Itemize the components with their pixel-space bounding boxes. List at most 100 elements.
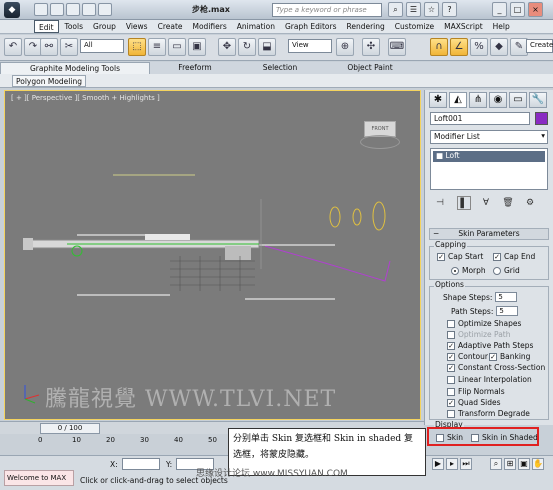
select-by-name-icon[interactable]: ≡ [148,38,166,56]
adaptive-path-steps-checkbox[interactable]: ✓ Adaptive Path Steps [447,341,533,350]
zoom-icon[interactable]: ⌕ [490,458,502,470]
play-icon[interactable]: ▶ [432,458,444,470]
show-end-result-icon[interactable]: ▌ [457,196,471,210]
maximize-icon[interactable]: □ [510,2,525,17]
rotate-icon[interactable]: ↻ [238,38,256,56]
select-object-icon[interactable]: ⬚ [128,38,146,56]
tab-graphite-modeling[interactable]: Graphite Modeling Tools [0,62,150,74]
tab-object-paint[interactable]: Object Paint [320,62,420,74]
pan-icon[interactable]: ✋ [532,458,544,470]
snaps-toggle-icon[interactable]: ∩ [430,38,448,56]
undo-icon[interactable]: ↶ [4,38,22,56]
percent-snap-icon[interactable]: % [470,38,488,56]
last-frame-icon[interactable]: ⏭ [460,458,472,470]
modify-panel-icon[interactable]: ◭ [449,92,467,108]
shape-steps-spinner[interactable]: Shape Steps: 5 [443,292,518,302]
search-input[interactable]: Type a keyword or phrase [272,3,382,17]
tab-selection[interactable]: Selection [240,62,320,74]
object-color-swatch[interactable] [535,112,548,125]
grid-radio[interactable]: Grid [493,266,520,275]
move-icon[interactable]: ✥ [218,38,236,56]
optimize-shapes-checkbox[interactable]: Optimize Shapes [447,319,521,328]
window-crossing-icon[interactable]: ▣ [188,38,206,56]
contour-checkbox[interactable]: ✓ Contour [447,352,488,361]
viewcube-ring[interactable] [360,135,400,149]
angle-snap-icon[interactable]: ∠ [450,38,468,56]
options-label: Options [434,280,465,289]
cap-end-checkbox[interactable]: ✓ Cap End [493,252,535,261]
menu-edit[interactable]: Edit [34,20,59,33]
skin-parameters-rollout[interactable]: − Skin Parameters [429,228,549,240]
zoom-extents-icon[interactable]: ▣ [518,458,530,470]
tab-freeform[interactable]: Freeform [150,62,240,74]
stack-item-loft[interactable]: ■ Loft [433,151,545,162]
x-coordinate-field[interactable] [122,458,160,470]
menu-group[interactable]: Group [89,20,120,33]
zoom-all-icon[interactable]: ⊞ [504,458,516,470]
menu-rendering[interactable]: Rendering [342,20,388,33]
next-frame-icon[interactable]: ▸ [446,458,458,470]
unlink-icon[interactable]: ✂ [60,38,78,56]
app-logo-icon[interactable]: ◆ [4,2,20,18]
favorites-icon[interactable]: ☆ [424,2,439,17]
pivot-center-icon[interactable]: ⊕ [336,38,354,56]
perspective-viewport[interactable]: [ + ][ Perspective ][ Smooth + Highlight… [4,90,421,420]
menu-tools[interactable]: Tools [61,20,87,33]
cap-start-checkbox[interactable]: ✓ Cap Start [437,252,483,261]
path-steps-spinner[interactable]: Path Steps: 5 [451,306,519,316]
menu-maxscript[interactable]: MAXScript [440,20,487,33]
motion-panel-icon[interactable]: ◉ [489,92,507,108]
menu-views[interactable]: Views [122,20,152,33]
flip-normals-checkbox[interactable]: Flip Normals [447,387,505,396]
ref-coord-dropdown[interactable]: View [288,39,332,53]
optimize-path-checkbox[interactable]: Optimize Path [447,330,511,339]
new-file-icon[interactable] [34,3,48,16]
open-file-icon[interactable] [50,3,64,16]
hierarchy-panel-icon[interactable]: ⋔ [469,92,487,108]
scale-icon[interactable]: ⬓ [258,38,276,56]
modifier-list-dropdown[interactable]: Modifier List ▾ [430,130,548,144]
constant-cross-section-checkbox[interactable]: ✓ Constant Cross-Section [447,363,545,372]
viewcube[interactable]: FRONT [360,111,400,151]
banking-checkbox[interactable]: ✓ Banking [489,352,530,361]
tab-polygon-modeling[interactable]: Polygon Modeling [12,75,86,87]
minimize-icon[interactable]: _ [492,2,507,17]
menu-bar: Edit Tools Group Views Create Modifiers … [0,20,553,34]
menu-animation[interactable]: Animation [233,20,279,33]
selection-filter-dropdown[interactable]: All [80,39,124,53]
maxscript-listener[interactable]: Welcome to MAX [4,470,74,486]
menu-create[interactable]: Create [154,20,187,33]
make-unique-icon[interactable]: ∀ [479,196,493,210]
transform-degrade-checkbox[interactable]: Transform Degrade [447,409,530,418]
select-manipulate-icon[interactable]: ✣ [362,38,380,56]
utilities-panel-icon[interactable]: 🔧 [529,92,547,108]
morph-radio[interactable]: Morph [451,266,486,275]
menu-help[interactable]: Help [489,20,514,33]
time-slider-thumb[interactable]: 0 / 100 [40,423,100,434]
create-selection-set[interactable]: Create [526,39,553,53]
link-icon[interactable]: ⚯ [40,38,58,56]
create-panel-icon[interactable]: ✱ [429,92,447,108]
command-panel: ✱ ◭ ⋔ ◉ ▭ 🔧 Loft001 Modifier List ▾ ■ Lo… [424,90,553,429]
save-file-icon[interactable] [66,3,80,16]
keyboard-shortcut-icon[interactable]: ⌨ [388,38,406,56]
remove-modifier-icon[interactable]: 🗑 [501,196,515,210]
redo-icon[interactable] [98,3,112,16]
rect-selection-icon[interactable]: ▭ [168,38,186,56]
help-icon[interactable]: ? [442,2,457,17]
menu-modifiers[interactable]: Modifiers [189,20,231,33]
communication-icon[interactable]: ☰ [406,2,421,17]
display-panel-icon[interactable]: ▭ [509,92,527,108]
menu-graph-editors[interactable]: Graph Editors [281,20,341,33]
configure-sets-icon[interactable]: ⚙ [523,196,537,210]
undo-icon[interactable] [82,3,96,16]
tick-label: 40 [174,436,183,444]
pin-stack-icon[interactable]: ⊣ [433,196,447,210]
menu-customize[interactable]: Customize [391,20,438,33]
quad-sides-checkbox[interactable]: ✓ Quad Sides [447,398,501,407]
linear-interpolation-checkbox[interactable]: Linear Interpolation [447,375,532,384]
spinner-snap-icon[interactable]: ◆ [490,38,508,56]
close-icon[interactable]: × [528,2,543,17]
object-name-field[interactable]: Loft001 [430,112,530,125]
search-icon[interactable]: ⌕ [388,2,403,17]
